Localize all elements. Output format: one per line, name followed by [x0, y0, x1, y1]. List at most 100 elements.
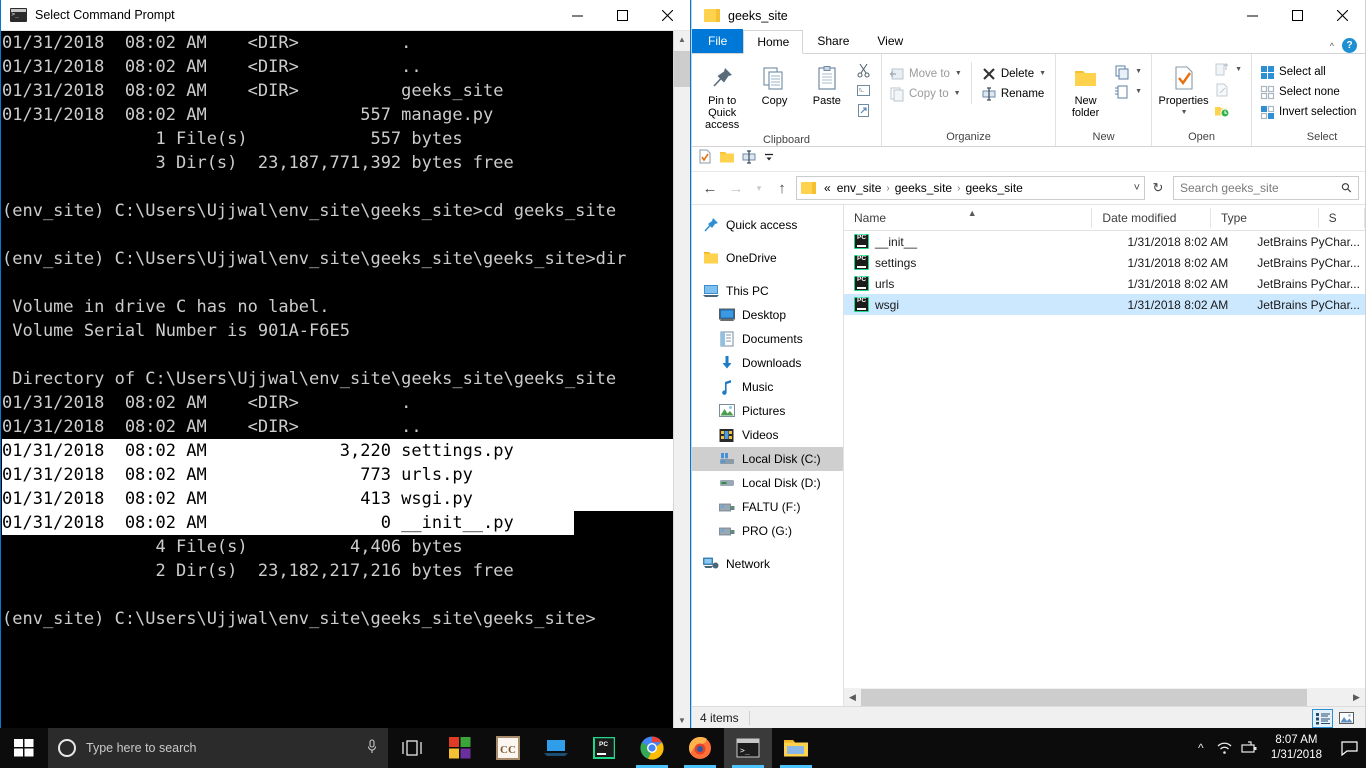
copy-button[interactable]: Copy — [748, 58, 800, 110]
properties-button[interactable]: Properties ▼ — [1156, 58, 1211, 122]
horizontal-scrollbar-thumb[interactable] — [861, 689, 1307, 706]
sidebar-item-faltu-f[interactable]: FALTU (F:) — [692, 495, 843, 519]
pin-to-quick-access-button[interactable]: Pin to Quick access — [696, 58, 748, 134]
column-header-name[interactable]: ▲ Name — [844, 208, 1092, 228]
table-row[interactable]: __init__1/31/2018 8:02 AMJetBrains PyCha… — [844, 231, 1365, 252]
cut-button[interactable] — [853, 60, 877, 80]
details-view-icon[interactable] — [1312, 709, 1333, 728]
firefox-icon[interactable] — [676, 728, 724, 768]
tab-share[interactable]: Share — [803, 30, 863, 53]
scroll-left-arrow-icon[interactable]: ◀ — [844, 692, 861, 703]
table-row[interactable]: settings1/31/2018 8:02 AMJetBrains PyCha… — [844, 252, 1365, 273]
pycharm-icon[interactable]: PC — [580, 728, 628, 768]
history-button[interactable] — [1211, 100, 1247, 120]
microphone-icon[interactable] — [366, 739, 378, 758]
breadcrumb-part-env-site[interactable]: env_site — [834, 181, 885, 195]
explorer-close-button[interactable] — [1320, 0, 1365, 31]
new-folder-button[interactable]: New folder — [1060, 58, 1111, 122]
chrome-icon[interactable] — [628, 728, 676, 768]
sidebar-item-pictures[interactable]: Pictures — [692, 399, 843, 423]
sidebar-item-pro-g[interactable]: PRO (G:) — [692, 519, 843, 543]
breadcrumb-part-geeks-site-inner[interactable]: geeks_site — [962, 181, 1025, 195]
breadcrumb-overflow[interactable]: « — [821, 181, 834, 195]
table-row[interactable]: urls1/31/2018 8:02 AMJetBrains PyChar... — [844, 273, 1365, 294]
up-button[interactable]: ↑ — [770, 176, 794, 200]
chevron-down-icon[interactable]: ▼ — [954, 86, 961, 102]
collapse-ribbon-icon[interactable]: ^ — [1330, 41, 1334, 51]
scroll-down-arrow-icon[interactable]: ▼ — [674, 712, 690, 729]
file-explorer-icon[interactable] — [772, 728, 820, 768]
large-icons-view-icon[interactable] — [1336, 709, 1357, 728]
column-header-type[interactable]: Type — [1211, 208, 1319, 228]
back-button[interactable]: ← — [698, 176, 722, 200]
breadcrumb[interactable]: « env_site › geeks_site › geeks_site ˅ — [796, 176, 1145, 200]
remote-desktop-icon[interactable] — [532, 728, 580, 768]
tab-view[interactable]: View — [863, 30, 917, 53]
new-item-button[interactable]: ▼ — [1111, 62, 1147, 82]
cc-app-icon[interactable]: CC — [484, 728, 532, 768]
sidebar-item-music[interactable]: Music — [692, 375, 843, 399]
column-header-date-modified[interactable]: Date modified — [1092, 208, 1211, 228]
breadcrumb-separator[interactable]: › — [884, 183, 891, 194]
sidebar-item-videos[interactable]: Videos — [692, 423, 843, 447]
breadcrumb-separator[interactable]: › — [955, 183, 962, 194]
file-list[interactable]: __init__1/31/2018 8:02 AMJetBrains PyCha… — [844, 231, 1365, 688]
easy-access-button[interactable]: ▼ — [1111, 82, 1147, 102]
chevron-down-icon[interactable]: ▼ — [1181, 107, 1188, 119]
column-header-size[interactable]: S — [1319, 208, 1365, 228]
battery-plug-icon[interactable] — [1237, 728, 1261, 768]
select-all-button[interactable]: Select all — [1256, 62, 1361, 82]
minimize-button[interactable] — [555, 0, 600, 31]
microsoft-store-icon[interactable] — [436, 728, 484, 768]
delete-button[interactable]: Delete ▼ — [978, 64, 1051, 84]
command-prompt-titlebar[interactable]: Select Command Prompt — [1, 0, 690, 31]
open-button[interactable]: ▼ — [1211, 60, 1247, 80]
select-none-button[interactable]: Select none — [1256, 82, 1361, 102]
console-output[interactable]: 01/31/2018 08:02 AM <DIR> .01/31/2018 08… — [1, 31, 673, 729]
move-to-button[interactable]: Move to ▼ — [886, 64, 967, 84]
sidebar-item-desktop[interactable]: Desktop — [692, 303, 843, 327]
clock[interactable]: 8:07 AM 1/31/2018 — [1261, 733, 1332, 763]
start-button[interactable] — [0, 728, 48, 768]
sidebar-item-network[interactable]: Network — [692, 552, 843, 576]
breadcrumb-part-geeks-site[interactable]: geeks_site — [892, 181, 955, 195]
invert-selection-button[interactable]: Invert selection — [1256, 102, 1361, 122]
explorer-minimize-button[interactable] — [1230, 0, 1275, 31]
sidebar-item-downloads[interactable]: Downloads — [692, 351, 843, 375]
chevron-down-icon[interactable]: ▼ — [1039, 66, 1046, 82]
chevron-down-icon[interactable]: ▼ — [1235, 62, 1242, 78]
rename-small-icon[interactable] — [741, 150, 757, 169]
scroll-up-arrow-icon[interactable]: ▲ — [674, 31, 690, 48]
tab-file[interactable]: File — [692, 29, 743, 53]
chevron-down-icon[interactable]: ▼ — [1135, 64, 1142, 80]
command-prompt-icon[interactable]: >_ — [724, 728, 772, 768]
horizontal-scrollbar[interactable]: ◀ ▶ — [844, 688, 1365, 706]
show-hidden-icons-icon[interactable]: ^ — [1189, 728, 1213, 768]
recent-locations-button[interactable]: ▾ — [750, 176, 768, 200]
sidebar-item-local-disk-c[interactable]: Local Disk (C:) — [692, 447, 843, 471]
explorer-titlebar[interactable]: geeks_site — [692, 0, 1365, 31]
paste-button[interactable]: Paste — [801, 58, 853, 110]
customize-dropdown-icon[interactable] — [763, 150, 775, 168]
scrollbar-thumb[interactable] — [674, 51, 690, 87]
breadcrumb-dropdown-icon[interactable]: ˅ — [1134, 182, 1140, 194]
search-input[interactable]: Search geeks_site ⚲ — [1173, 176, 1359, 200]
refresh-icon[interactable]: ↻ — [1147, 176, 1169, 200]
edit-button[interactable] — [1211, 80, 1247, 100]
paste-shortcut-button[interactable] — [853, 100, 877, 120]
search-input-taskbar[interactable]: Type here to search — [48, 728, 388, 768]
help-icon[interactable]: ? — [1342, 38, 1357, 53]
close-button[interactable] — [645, 0, 690, 31]
action-center-icon[interactable] — [1332, 728, 1366, 768]
task-view-icon[interactable] — [388, 728, 436, 768]
sidebar-item-this-pc[interactable]: This PC — [692, 279, 843, 303]
rename-button[interactable]: Rename — [978, 84, 1051, 104]
sidebar-item-documents[interactable]: Documents — [692, 327, 843, 351]
console-scrollbar[interactable]: ▲ ▼ — [673, 31, 690, 729]
chevron-down-icon[interactable]: ▼ — [955, 66, 962, 82]
copy-path-button[interactable]: \\.. — [853, 80, 877, 100]
new-folder-small-icon[interactable] — [719, 150, 735, 169]
copy-to-button[interactable]: Copy to ▼ — [886, 84, 967, 104]
wifi-icon[interactable] — [1213, 728, 1237, 768]
maximize-button[interactable] — [600, 0, 645, 31]
